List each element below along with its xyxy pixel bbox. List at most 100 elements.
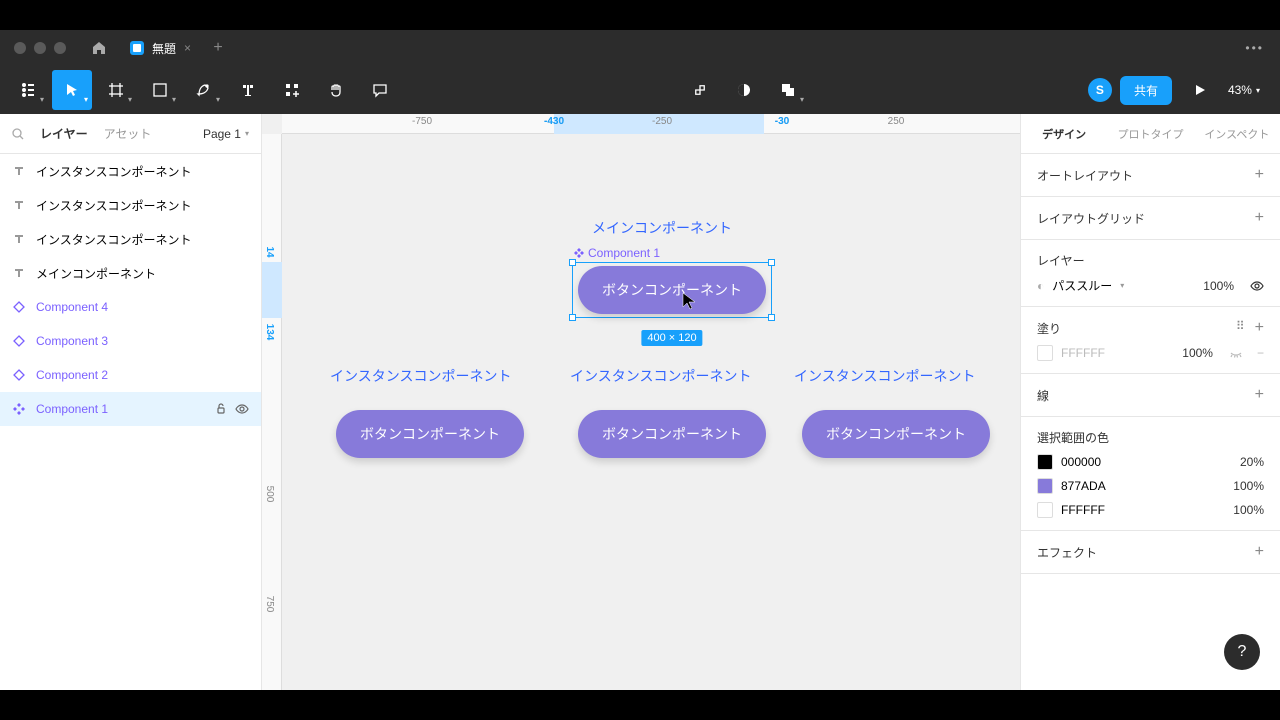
home-button[interactable] (80, 30, 118, 66)
component-frame-label[interactable]: Component 1 (574, 246, 660, 260)
unlock-icon[interactable] (215, 402, 227, 416)
maximize-window-icon[interactable] (54, 42, 66, 54)
instance-button-2[interactable]: ボタンコンポーネント (578, 410, 766, 458)
blend-mode-icon: ◐ (1037, 279, 1044, 293)
eye-icon[interactable] (235, 402, 249, 416)
zoom-control[interactable]: 43% ▾ (1228, 83, 1260, 97)
layer-label: Component 2 (36, 368, 108, 382)
main-component-label: メインコンポーネント (592, 218, 732, 238)
layer-label: Component 4 (36, 300, 108, 314)
minimize-window-icon[interactable] (34, 42, 46, 54)
design-tab[interactable]: デザイン (1021, 114, 1107, 153)
text-tool-button[interactable] (228, 70, 268, 110)
color-pct: 100% (1233, 503, 1264, 517)
layer-label: Component 1 (36, 402, 108, 416)
instance-label-3: インスタンスコンポーネント (794, 366, 975, 386)
remove-fill-button[interactable]: − (1257, 346, 1264, 360)
figma-file-icon (130, 41, 144, 55)
layer-item-5[interactable]: Component 3 (0, 324, 261, 358)
layer-section-label: レイヤー (1037, 252, 1085, 269)
canvas-area[interactable]: -750-430-250-30250-430-30 50075014134 メイ… (262, 114, 1020, 690)
page-selector[interactable]: Page 1 ▾ (203, 127, 249, 141)
ruler-horizontal: -750-430-250-30250-430-30 (282, 114, 1020, 134)
fill-style-icon[interactable]: ⠿ (1236, 319, 1245, 337)
add-auto-layout-button[interactable]: + (1255, 166, 1264, 184)
text-icon (12, 232, 26, 246)
selection-color-0[interactable]: 000000 20% (1037, 454, 1264, 470)
main-button-component[interactable]: ボタンコンポーネント (578, 266, 766, 314)
mask-button[interactable] (724, 70, 764, 110)
fill-hidden-icon[interactable] (1229, 346, 1243, 360)
add-effect-button[interactable]: + (1255, 543, 1264, 561)
move-tool-button[interactable]: ▾ (52, 70, 92, 110)
right-panel: デザイン プロトタイプ インスペクト オートレイアウト + レイアウトグリッド … (1020, 114, 1280, 690)
color-pct: 20% (1240, 455, 1264, 469)
layer-item-1[interactable]: インスタンスコンポーネント (0, 188, 261, 222)
present-button[interactable] (1180, 70, 1220, 110)
color-swatch[interactable] (1037, 454, 1053, 470)
layer-label: Component 3 (36, 334, 108, 348)
selection-colors-label: 選択範囲の色 (1037, 429, 1109, 446)
zoom-value: 43% (1228, 83, 1252, 97)
shape-tool-button[interactable]: ▾ (140, 70, 180, 110)
layers-tab[interactable]: レイヤー (40, 125, 88, 142)
instance-button-1[interactable]: ボタンコンポーネント (336, 410, 524, 458)
inspect-tab[interactable]: インスペクト (1194, 114, 1280, 153)
layer-item-7[interactable]: Component 1 (0, 392, 261, 426)
fill-label: 塗り (1037, 320, 1061, 337)
close-tab-icon[interactable]: × (184, 41, 191, 55)
toolbar: ▾ ▾ ▾ ▾ ▾ ▾ S 共有 (0, 66, 1280, 114)
frame-tool-button[interactable]: ▾ (96, 70, 136, 110)
new-tab-button[interactable]: + (203, 39, 233, 57)
layer-label: インスタンスコンポーネント (36, 197, 192, 214)
more-menu-icon[interactable]: ••• (1245, 41, 1280, 55)
file-tab[interactable]: 無題 × (118, 30, 203, 66)
component-icon (12, 402, 26, 416)
layer-label: インスタンスコンポーネント (36, 231, 192, 248)
fill-hex[interactable]: FFFFFF (1061, 346, 1105, 360)
layer-item-4[interactable]: Component 4 (0, 290, 261, 324)
main-menu-button[interactable]: ▾ (8, 70, 48, 110)
boolean-button[interactable]: ▾ (768, 70, 808, 110)
component-label-text: Component 1 (588, 246, 660, 260)
close-window-icon[interactable] (14, 42, 26, 54)
hand-tool-button[interactable] (316, 70, 356, 110)
layer-item-0[interactable]: インスタンスコンポーネント (0, 154, 261, 188)
title-bar: 無題 × + ••• (0, 30, 1280, 66)
help-button[interactable]: ? (1224, 634, 1260, 670)
selection-color-2[interactable]: FFFFFF100% (1037, 502, 1264, 518)
pen-tool-button[interactable]: ▾ (184, 70, 224, 110)
prototype-tab[interactable]: プロトタイプ (1107, 114, 1193, 153)
color-hex: 877ADA (1061, 479, 1106, 493)
assets-tab[interactable]: アセット (104, 125, 152, 142)
layer-item-2[interactable]: インスタンスコンポーネント (0, 222, 261, 256)
layer-opacity[interactable]: 100% (1203, 279, 1234, 293)
add-fill-button[interactable]: + (1255, 319, 1264, 337)
color-swatch[interactable] (1037, 478, 1053, 494)
search-icon[interactable] (12, 128, 24, 140)
share-button[interactable]: 共有 (1120, 76, 1172, 105)
instance-button-3[interactable]: ボタンコンポーネント (802, 410, 990, 458)
component-button[interactable] (680, 70, 720, 110)
color-swatch[interactable] (1037, 502, 1053, 518)
fill-opacity[interactable]: 100% (1182, 346, 1213, 360)
layer-item-6[interactable]: Component 2 (0, 358, 261, 392)
blend-mode-value[interactable]: パススルー (1052, 277, 1112, 294)
fill-swatch[interactable] (1037, 345, 1053, 361)
selection-color-1[interactable]: 877ADA100% (1037, 478, 1264, 494)
left-panel: レイヤー アセット Page 1 ▾ インスタンスコンポーネントインスタンスコン… (0, 114, 262, 690)
cursor-icon (682, 292, 696, 310)
color-hex: 000000 (1061, 455, 1101, 469)
user-avatar[interactable]: S (1088, 78, 1112, 102)
text-icon (12, 266, 26, 280)
layer-label: メインコンポーネント (36, 265, 156, 282)
instance-icon (12, 334, 26, 348)
instance-icon (12, 368, 26, 382)
text-icon (12, 198, 26, 212)
add-layout-grid-button[interactable]: + (1255, 209, 1264, 227)
visibility-icon[interactable] (1250, 279, 1264, 293)
add-stroke-button[interactable]: + (1255, 386, 1264, 404)
comment-tool-button[interactable] (360, 70, 400, 110)
resources-button[interactable] (272, 70, 312, 110)
layer-item-3[interactable]: メインコンポーネント (0, 256, 261, 290)
